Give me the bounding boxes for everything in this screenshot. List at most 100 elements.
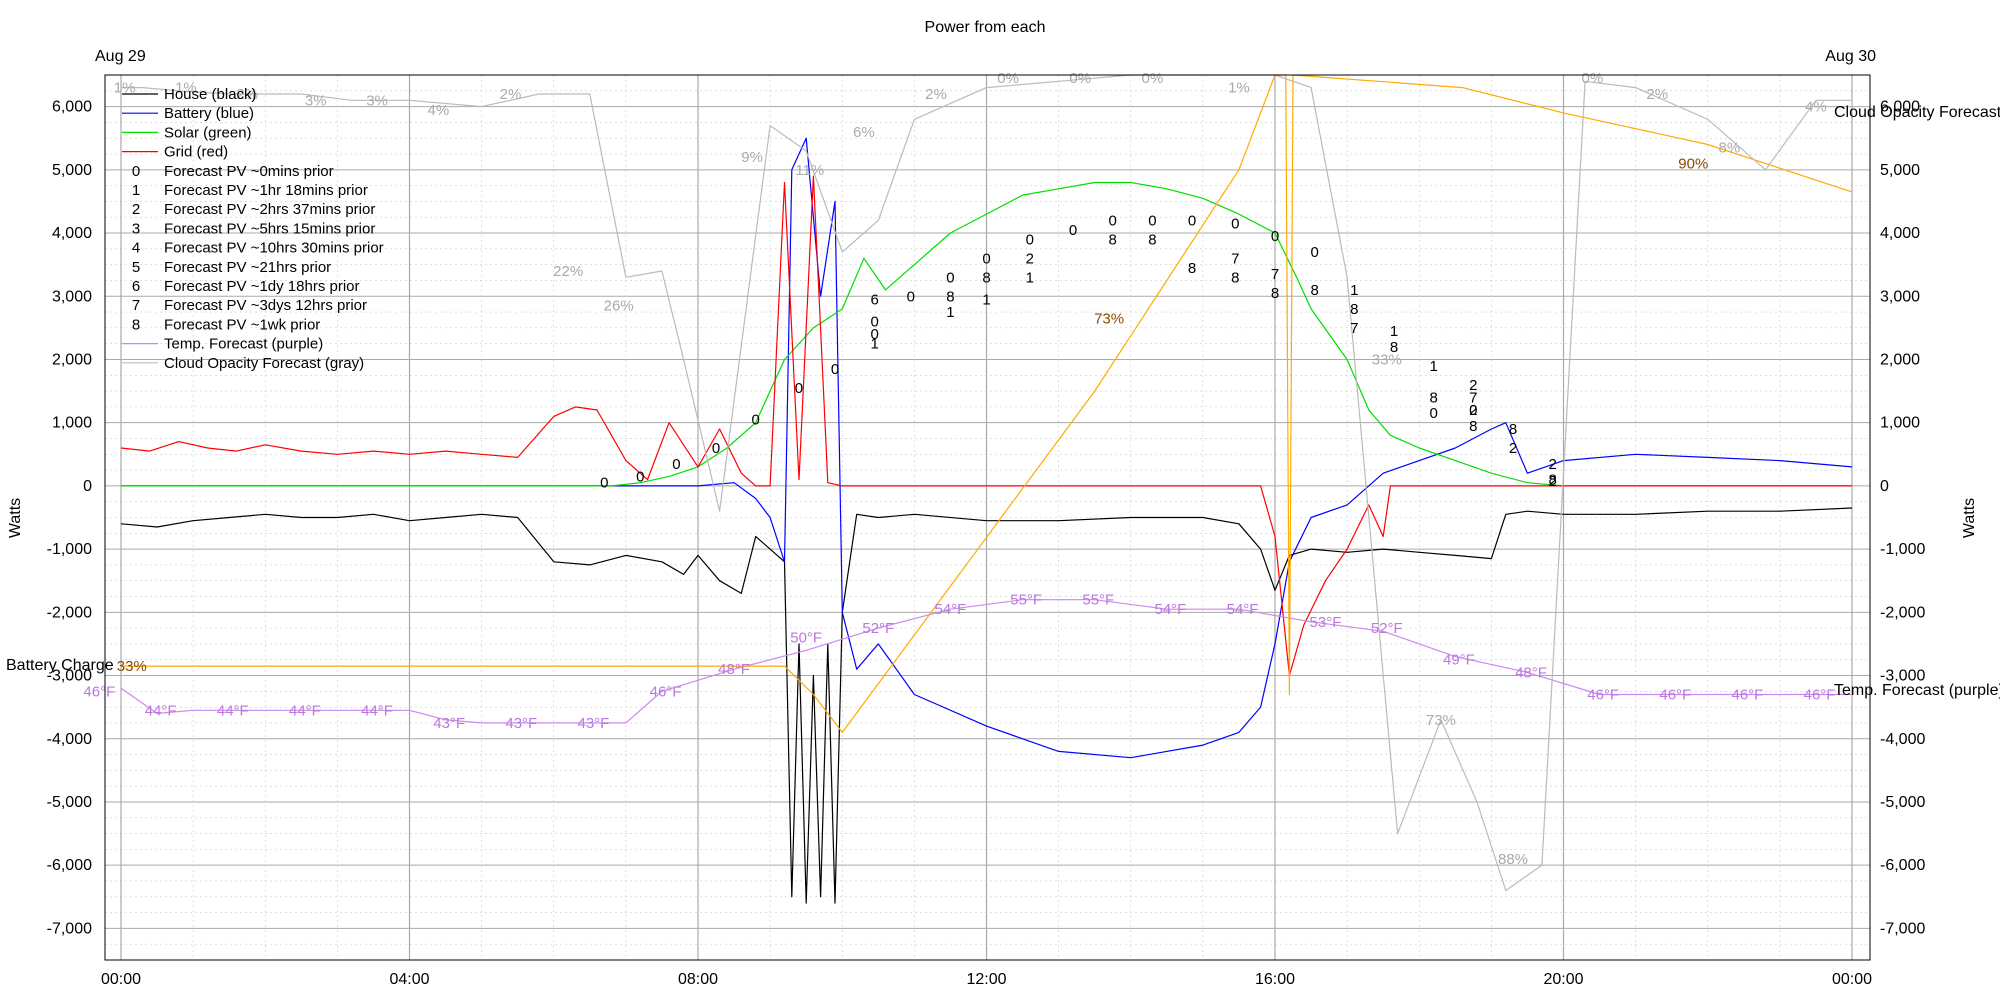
forecast-marker: 8 [1469,418,1477,435]
cloud-opacity-label: 2% [1646,86,1668,103]
temp-forecast-value: 43°F [433,715,465,732]
forecast-marker: 0 [1430,405,1438,422]
temp-forecast-value: 46°F [650,683,682,700]
y-tick-label-right: 3,000 [1880,288,1920,305]
forecast-marker: 7 [1231,250,1239,267]
forecast-marker: 6 [871,291,879,308]
y-tick-label-left: -1,000 [47,541,92,558]
temp-forecast-value: 52°F [1371,620,1403,637]
forecast-marker: 1 [1390,323,1398,340]
forecast-marker: 1 [1430,358,1438,375]
forecast-marker: 0 [871,314,879,331]
legend-marker: 8 [132,316,140,333]
date-label-right: Aug 30 [1825,48,1876,65]
cloud-opacity-label: 2% [925,86,947,103]
y-tick-label-right: 4,000 [1880,225,1920,242]
temp-forecast-value: 53°F [1310,614,1342,631]
forecast-marker: 0 [636,468,644,485]
forecast-marker: 0 [1026,231,1034,248]
cloud-opacity-label: 4% [428,102,450,119]
temp-forecast-value: 52°F [862,620,894,637]
y-tick-label-left: -6,000 [47,857,92,874]
y-tick-label-right: 5,000 [1880,162,1920,179]
legend-label: Forecast PV ~10hrs 30mins prior [164,240,384,257]
temp-forecast-value: 54°F [1154,601,1186,618]
legend-label: Forecast PV ~0mins prior [164,163,334,180]
forecast-marker: 0 [946,269,954,286]
cloud-opacity-label: 22% [553,263,583,280]
y-tick-label-left: 5,000 [52,162,92,179]
temp-forecast-value: 46°F [83,683,115,700]
forecast-marker: 1 [1026,269,1034,286]
power-chart: 6,000 6,0005,000 5,0004,000 4,0003,000 3,000… [0,0,2000,1000]
x-tick-label: 20:00 [1543,971,1583,988]
temp-forecast-value: 48°F [718,661,750,678]
temp-forecast-value: 55°F [1010,592,1042,609]
x-tick-label: 16:00 [1255,971,1295,988]
legend-marker: 6 [132,278,140,295]
temp-forecast-value: 46°F [1659,687,1691,704]
forecast-marker: 0 [1231,216,1239,233]
forecast-marker: 8 [1231,269,1239,286]
cloud-opacity-label: 8% [1719,140,1741,157]
forecast-marker: 0 [1148,212,1156,229]
temp-forecast-value: 49°F [1443,652,1475,669]
forecast-marker: 8 [982,269,990,286]
y-axis-label-left: Watts [7,498,24,538]
cloud-opacity-label: 0% [1582,70,1604,87]
battery-charge-value: 90% [1678,156,1708,173]
forecast-marker: 2 [1026,250,1034,267]
forecast-marker: 0 [795,380,803,397]
temp-forecast-value: 44°F [145,702,177,719]
x-tick-label: 12:00 [966,971,1006,988]
cloud-opacity-label: 6% [853,124,875,141]
forecast-marker: 0 [712,440,720,457]
cloud-opacity-label: 1% [1228,80,1250,97]
temp-forecast-value: 44°F [361,702,393,719]
legend-label: Battery (blue) [164,105,254,122]
forecast-marker: 0 [1069,222,1077,239]
date-label-left: Aug 29 [95,48,146,65]
temp-forecast-value: 46°F [1587,687,1619,704]
forecast-marker: 7 [1350,320,1358,337]
legend-label: Grid (red) [164,144,228,161]
cloud-opacity-label: 0% [997,70,1019,87]
cloud-opacity-label: 73% [1426,712,1456,729]
cloud-opacity-label: 33% [1372,351,1402,368]
y-tick-label-right: -2,000 [1880,604,1925,621]
forecast-marker: 8 [1310,282,1318,299]
temp-forecast-value: 43°F [577,715,609,732]
legend-label: Temp. Forecast (purple) [164,336,323,353]
temp-forecast-value: 54°F [1227,601,1259,618]
forecast-marker: 0 [982,250,990,267]
legend-label: Cloud Opacity Forecast (gray) [164,355,364,372]
legend-label: House (black) [164,86,257,103]
legend-label: Forecast PV ~1wk prior [164,316,320,333]
battery-charge-label: Battery Charge [6,657,114,674]
forecast-marker: 8 [946,288,954,305]
cloud-opacity-label: 0% [1069,70,1091,87]
forecast-marker: 0 [752,412,760,429]
forecast-marker: 1 [1350,282,1358,299]
y-tick-label-right: 2,000 [1880,351,1920,368]
forecast-marker: 0 [907,288,915,305]
y-axis-label-right: Watts [1961,498,1978,538]
y-tick-label-left: 3,000 [52,288,92,305]
y-tick-label-left: 6,000 [52,99,92,116]
legend-label: Forecast PV ~1hr 18mins prior [164,182,368,199]
y-tick-label-left: -2,000 [47,604,92,621]
temp-forecast-value: 44°F [217,702,249,719]
cloud-opacity-label: 3% [366,92,388,109]
temp-forecast-value: 54°F [935,601,967,618]
forecast-marker: 0 [1271,228,1279,245]
y-tick-label-left: -4,000 [47,731,92,748]
y-tick-label-left: 4,000 [52,225,92,242]
x-tick-label: 00:00 [101,971,141,988]
forecast-marker: 1 [946,304,954,321]
temp-forecast-value: 48°F [1515,664,1547,681]
chart-background [0,0,2000,1000]
battery-charge-value: 33% [117,658,147,675]
cloud-opacity-label: 2% [500,86,522,103]
temp-forecast-value: 46°F [1804,687,1836,704]
chart-title: Power from each [925,19,1046,36]
